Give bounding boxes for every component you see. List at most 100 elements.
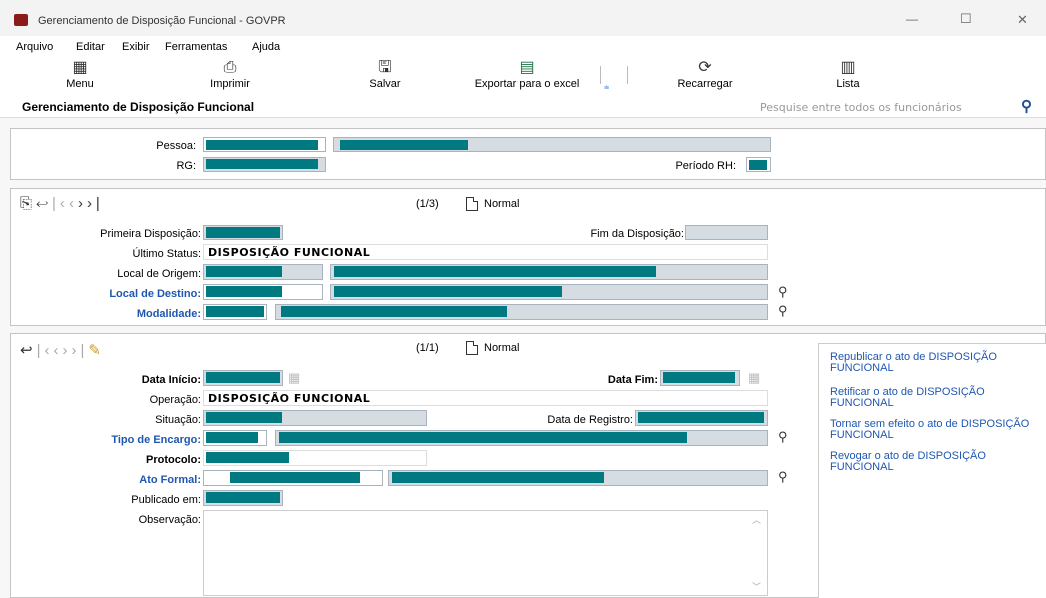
data-fim-field[interactable] — [660, 370, 740, 386]
undo-icon[interactable]: ↩ — [36, 195, 52, 212]
menu-editar[interactable]: Editar — [76, 41, 105, 53]
scroll-down-icon[interactable]: ﹀ — [752, 580, 761, 593]
person-panel — [10, 128, 1046, 180]
list-button[interactable]: ▥ Lista — [828, 59, 868, 91]
data-inicio-label: Data Início: — [141, 374, 201, 386]
last-record-icon[interactable]: ›| — [71, 342, 88, 359]
ato-formal-name-field[interactable] — [388, 470, 768, 486]
pessoa-name-field[interactable] — [333, 137, 771, 152]
revogar-link[interactable]: Revogar o ato de DISPOSIÇÃO FUNCIONAL — [830, 451, 1035, 473]
title-bar: Gerenciamento de Disposição Funcional - … — [0, 0, 1046, 36]
disposicao-mode: Normal — [466, 197, 519, 211]
global-search-input[interactable]: Pesquise entre todos os funcionários — [760, 101, 962, 114]
menu-button[interactable]: ▦ Menu — [60, 59, 100, 91]
modalidade-id-field[interactable] — [203, 304, 267, 320]
document-icon — [466, 341, 478, 355]
app-icon — [14, 14, 28, 26]
pessoa-label: Pessoa: — [156, 140, 196, 152]
modalidade-label[interactable]: Modalidade: — [137, 308, 201, 320]
ato-formal-label[interactable]: Ato Formal: — [139, 474, 201, 486]
observacao-textarea[interactable]: ︿ ﹀ — [203, 510, 768, 596]
last-record-icon[interactable]: ›| — [87, 195, 104, 212]
floppy-icon: 🖫 — [378, 59, 392, 76]
edit-icon[interactable]: ✎ — [88, 342, 105, 359]
menu-arquivo[interactable]: Arquivo — [16, 41, 53, 53]
print-button[interactable]: ⎙ Imprimir — [205, 59, 255, 91]
printer-icon: ⎙ — [223, 59, 237, 76]
periodo-rh-field[interactable] — [746, 157, 771, 172]
refresh-icon: ⟳ — [698, 59, 712, 76]
publicado-field[interactable] — [203, 490, 283, 506]
pessoa-id-field[interactable] — [203, 137, 326, 152]
grid-icon: ▦ — [72, 59, 88, 76]
menu-ajuda[interactable]: Ajuda — [252, 41, 280, 53]
observacao-label: Observação: — [138, 514, 201, 526]
reload-button[interactable]: ⟳ Recarregar — [670, 59, 740, 91]
modalidade-name-field[interactable] — [275, 304, 768, 320]
scroll-up-icon[interactable]: ︿ — [752, 513, 761, 526]
local-destino-search-icon[interactable]: ⚲ — [778, 284, 788, 300]
protocolo-field[interactable] — [203, 450, 427, 466]
disposicao-counter: (1/3) — [416, 198, 439, 210]
page-title: Gerenciamento de Disposição Funcional — [22, 100, 255, 114]
protocolo-label: Protocolo: — [146, 454, 201, 466]
tipo-encargo-search-icon[interactable]: ⚲ — [778, 429, 788, 445]
ultimo-status-label: Último Status: — [132, 248, 201, 260]
tornar-sem-efeito-link[interactable]: Tornar sem efeito o ato de DISPOSIÇÃO FU… — [830, 419, 1035, 441]
export-excel-button[interactable]: ▤ Exportar para o excel — [462, 59, 592, 91]
export-dropdown-arrow[interactable]: ⩧ — [604, 82, 609, 93]
ultimo-status-value: DISPOSIÇÃO FUNCIONAL — [208, 246, 371, 259]
close-button[interactable]: ✕ — [1017, 12, 1028, 28]
maximize-button[interactable]: ☐ — [960, 11, 972, 27]
toolbar-separator — [600, 66, 601, 84]
periodo-rh-label: Período RH: — [675, 160, 736, 172]
local-origem-label: Local de Origem: — [117, 268, 201, 280]
data-registro-field[interactable] — [635, 410, 768, 426]
modalidade-search-icon[interactable]: ⚲ — [778, 303, 788, 319]
data-registro-label: Data de Registro: — [547, 414, 633, 426]
primeira-disposicao-field[interactable] — [203, 225, 283, 240]
next-record-icon[interactable]: › — [78, 195, 87, 212]
search-icon[interactable]: ⚲ — [1021, 97, 1032, 115]
first-record-icon[interactable]: |‹ — [52, 195, 69, 212]
local-destino-label[interactable]: Local de Destino: — [109, 288, 201, 300]
calendar-icon[interactable]: ▦ — [288, 370, 300, 386]
window-title: Gerenciamento de Disposição Funcional - … — [38, 15, 286, 27]
ato-counter: (1/1) — [416, 342, 439, 354]
rg-field[interactable] — [203, 157, 326, 172]
document-icon — [466, 197, 478, 211]
menu-ferramentas[interactable]: Ferramentas — [165, 41, 227, 53]
retificar-link[interactable]: Retificar o ato de DISPOSIÇÃO FUNCIONAL — [830, 387, 1035, 409]
fim-disposicao-field[interactable] — [685, 225, 768, 240]
tipo-encargo-label[interactable]: Tipo de Encargo: — [111, 434, 201, 446]
ato-formal-search-icon[interactable]: ⚲ — [778, 469, 788, 485]
save-button[interactable]: 🖫 Salvar — [360, 59, 410, 91]
new-record-icon[interactable]: ⎘ — [20, 195, 36, 212]
page-header: Gerenciamento de Disposição Funcional Pe… — [0, 96, 1046, 118]
minimize-button[interactable]: — — [906, 12, 918, 26]
data-fim-label: Data Fim: — [607, 374, 658, 386]
data-inicio-field[interactable] — [203, 370, 283, 386]
first-record-icon[interactable]: |‹ — [37, 342, 54, 359]
ato-mode: Normal — [466, 341, 519, 355]
operacao-value: DISPOSIÇÃO FUNCIONAL — [208, 392, 371, 405]
republicar-link[interactable]: Republicar o ato de DISPOSIÇÃO FUNCIONAL — [830, 352, 1035, 374]
prev-record-icon[interactable]: ‹ — [69, 195, 78, 212]
ato-formal-id-field[interactable] — [203, 470, 383, 486]
local-origem-name-field[interactable] — [330, 264, 768, 280]
excel-icon: ▤ — [519, 59, 535, 76]
list-icon: ▥ — [840, 59, 856, 76]
local-destino-id-field[interactable] — [203, 284, 323, 300]
calendar-icon[interactable]: ▦ — [748, 370, 760, 386]
disposicao-nav: ⎘↩|‹‹››| — [20, 195, 104, 212]
menu-exibir[interactable]: Exibir — [122, 41, 150, 53]
local-origem-id-field[interactable] — [203, 264, 323, 280]
situacao-field[interactable] — [203, 410, 427, 426]
tipo-encargo-id-field[interactable] — [203, 430, 267, 446]
situacao-label: Situação: — [155, 414, 201, 426]
tipo-encargo-name-field[interactable] — [275, 430, 768, 446]
local-destino-name-field[interactable] — [330, 284, 768, 300]
undo-icon[interactable]: ↩ — [20, 342, 37, 359]
publicado-label: Publicado em: — [131, 494, 201, 506]
operacao-label: Operação: — [149, 394, 201, 406]
